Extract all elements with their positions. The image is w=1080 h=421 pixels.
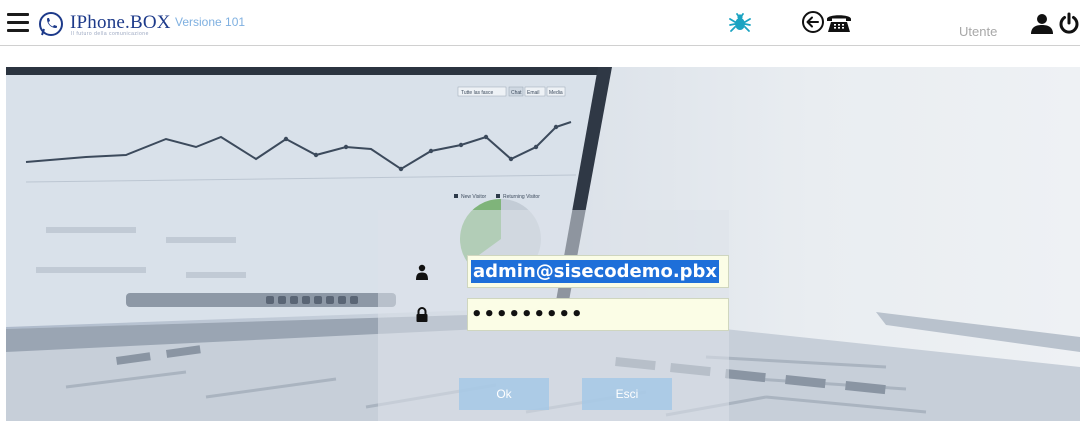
phone-logo-icon	[39, 12, 63, 36]
password-value: •••••••••	[471, 304, 584, 325]
username-row: admin@sisecodemo.pbx	[408, 255, 729, 289]
password-field[interactable]: •••••••••	[467, 298, 729, 331]
user-label: Utente	[959, 24, 998, 39]
username-field[interactable]: admin@sisecodemo.pbx	[467, 255, 729, 288]
username-value: admin@sisecodemo.pbx	[471, 260, 720, 283]
hero-tab: Tutte las fasce	[461, 90, 494, 96]
hamburger-icon[interactable]	[7, 13, 29, 33]
hero-tab: Media	[549, 90, 563, 96]
brand-tagline: Il futuro della comunicazione	[71, 31, 149, 37]
password-row: •••••••••	[408, 298, 729, 332]
login-panel: admin@sisecodemo.pbx ••••••••• Ok Esci	[378, 210, 729, 421]
user-icon[interactable]	[1030, 13, 1054, 35]
hero-legend: Returning Visitor	[503, 194, 540, 200]
esci-button[interactable]: Esci	[582, 378, 672, 410]
hero-tab: Chat	[511, 90, 522, 96]
ok-button[interactable]: Ok	[459, 378, 549, 410]
top-header: IPhone.BOX Il futuro della comunicazione…	[0, 0, 1080, 46]
version-label: Versione 101	[175, 15, 246, 29]
phone-back-icon[interactable]	[801, 9, 857, 35]
hero-legend: New Visitor	[461, 194, 487, 200]
power-icon[interactable]	[1058, 12, 1080, 34]
bug-icon[interactable]	[728, 11, 752, 35]
lock-icon	[416, 307, 428, 322]
hero-tab: Email	[527, 90, 540, 96]
user-field-icon	[416, 264, 428, 280]
